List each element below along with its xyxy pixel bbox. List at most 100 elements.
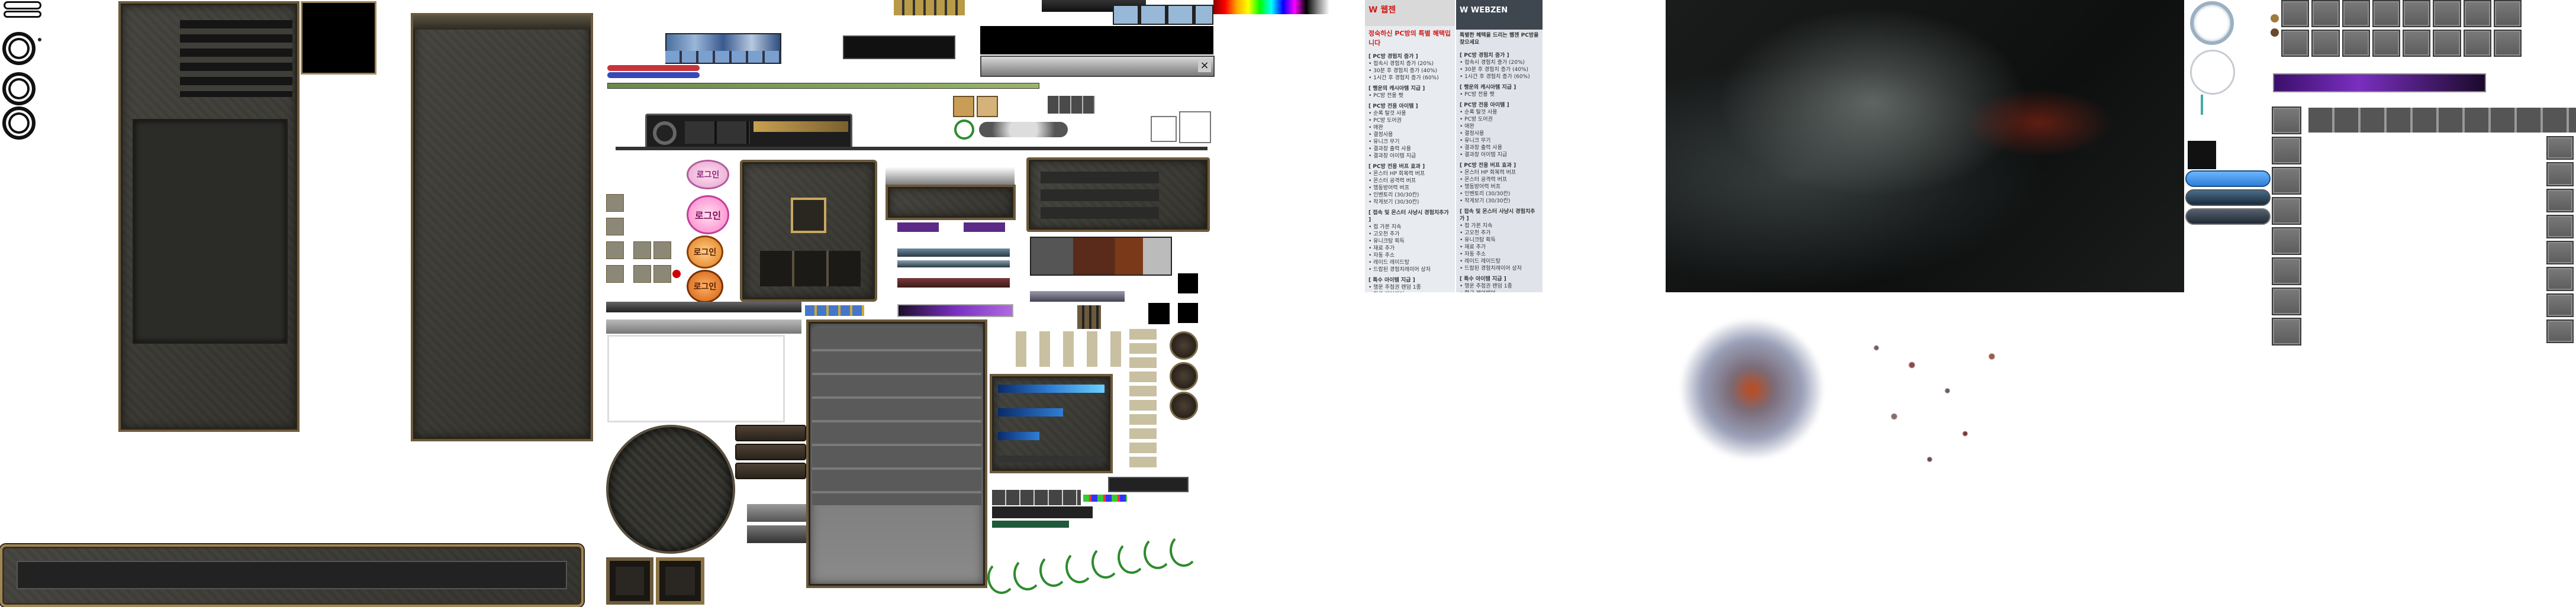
slot[interactable] — [2272, 167, 2301, 195]
slot[interactable] — [2272, 257, 2301, 285]
dark-button-1[interactable] — [735, 425, 806, 441]
hp-bar-red — [607, 65, 700, 71]
slot[interactable] — [2546, 293, 2574, 317]
swatch-block — [1030, 237, 1172, 276]
slot[interactable] — [2272, 288, 2301, 315]
dark-button-2[interactable] — [735, 444, 806, 460]
close-icon[interactable]: × — [1198, 59, 1211, 72]
login-button-1[interactable]: 로그인 — [687, 160, 729, 189]
blurred-orb — [1681, 319, 1823, 459]
slot[interactable] — [2546, 214, 2574, 238]
slot[interactable] — [2546, 136, 2574, 160]
exp-bar-green — [607, 83, 1039, 89]
chat-bar-frame — [0, 544, 584, 607]
small-slot-1[interactable] — [606, 194, 624, 212]
slot[interactable] — [2372, 0, 2400, 27]
promo-section-item: • 황금 레어웨어 — [1460, 290, 1539, 292]
login-button-3[interactable]: 로그인 — [687, 235, 723, 269]
slot[interactable] — [2546, 162, 2574, 186]
frame-button-2[interactable] — [656, 557, 704, 605]
round-slot-3[interactable] — [2, 106, 36, 140]
black-preview-box — [301, 1, 376, 75]
item-detail-panel — [740, 160, 877, 302]
slot[interactable] — [2342, 30, 2370, 57]
promo-right-brand: W WEBZEN — [1460, 6, 1508, 15]
frame-button-1[interactable] — [606, 557, 653, 605]
progress-bar-3 — [998, 432, 1039, 440]
promo-section-title: [ PC방 경험치 증가 ] — [1368, 54, 1418, 60]
promo-section-item: • 행동방어력 버프 — [1460, 184, 1500, 190]
promo-section-item: • 접 가본 지속 — [1368, 224, 1402, 230]
tall-slot-1[interactable] — [953, 96, 974, 117]
teal-bar-2 — [897, 260, 1010, 267]
promo-section-item: • 자동 추소 — [1460, 251, 1486, 257]
round-knob-1[interactable] — [1170, 331, 1198, 360]
purple-title-bar — [2273, 73, 2486, 92]
slot[interactable] — [2463, 0, 2491, 27]
gray-button-2[interactable] — [747, 525, 806, 543]
round-knob-2[interactable] — [1170, 362, 1198, 390]
round-knob-3[interactable] — [1170, 392, 1198, 420]
promo-section-item: • 순록 탈것 사용 — [1368, 111, 1406, 117]
pill-toggle-2[interactable] — [4, 11, 41, 18]
small-slot-5[interactable] — [653, 241, 671, 259]
promo-section-item: • 몬스터 공격력 버프 — [1460, 177, 1508, 183]
slot[interactable] — [2281, 0, 2310, 27]
blue-pill-button-3[interactable] — [2185, 208, 2271, 225]
small-slot-7[interactable] — [633, 265, 651, 283]
slot-column-left — [2272, 106, 2301, 346]
round-slot-1[interactable] — [2, 32, 36, 65]
small-slot-3[interactable] — [606, 241, 624, 259]
white-slot-2[interactable] — [1179, 111, 1211, 143]
promo-section-item: • 자동 추소 — [1368, 253, 1395, 259]
blue-pill-button-1[interactable] — [2185, 170, 2271, 187]
dark-button-3[interactable] — [735, 463, 806, 479]
slot[interactable] — [2403, 0, 2431, 27]
small-slot-4[interactable] — [633, 241, 651, 259]
promo-section-item: • 결과창 출력 사용 — [1460, 145, 1502, 151]
slot[interactable] — [2546, 188, 2574, 212]
slot[interactable] — [2463, 30, 2491, 57]
quickslot-bar — [645, 114, 852, 149]
slot[interactable] — [2311, 0, 2340, 27]
promo-section-item: • 결과창 아이템 지급 — [1460, 152, 1508, 158]
login-button-4[interactable]: 로그인 — [687, 270, 723, 303]
slot[interactable] — [2272, 318, 2301, 346]
slot[interactable] — [2403, 30, 2431, 57]
slot[interactable] — [2272, 197, 2301, 225]
promo-section-item: • 행운 추첨권 랜덤 1종 — [1368, 285, 1421, 290]
slot[interactable] — [2272, 137, 2301, 164]
slot[interactable] — [2493, 0, 2522, 27]
small-slot-8[interactable] — [653, 265, 671, 283]
tall-slot-2[interactable] — [977, 96, 998, 117]
slot[interactable] — [2433, 30, 2461, 57]
chat-bar-inner — [17, 561, 567, 589]
slot[interactable] — [2433, 0, 2461, 27]
pill-toggle-1[interactable] — [4, 1, 41, 9]
progress-bar-1 — [998, 385, 1105, 393]
slot[interactable] — [2311, 30, 2340, 57]
slot[interactable] — [2546, 241, 2574, 265]
small-slot-2[interactable] — [606, 218, 624, 235]
item-main-slot[interactable] — [791, 198, 826, 233]
slot[interactable] — [2546, 267, 2574, 291]
slot[interactable] — [2272, 106, 2301, 134]
login-button-2[interactable]: 로그인 — [687, 195, 729, 234]
white-slot-1[interactable] — [1151, 116, 1177, 142]
gray-button-1[interactable] — [747, 504, 806, 522]
promo-section-item: • 접속시 경험치 증가 (20%) — [1368, 61, 1434, 67]
inventory-panel-right — [411, 13, 593, 441]
blue-pill-button-2[interactable] — [2185, 189, 2271, 206]
slot[interactable] — [2281, 30, 2310, 57]
round-slot-2[interactable] — [2, 72, 36, 105]
slot[interactable] — [2546, 319, 2574, 343]
slot[interactable] — [2372, 30, 2400, 57]
green-ring[interactable] — [954, 120, 974, 140]
slot[interactable] — [2272, 227, 2301, 255]
promo-section-item: • 결과창 아이템 지급 — [1368, 153, 1416, 159]
quickslot-ring[interactable] — [653, 121, 677, 145]
slot[interactable] — [2342, 0, 2370, 27]
slot[interactable] — [2493, 30, 2522, 57]
purple-exp-bar — [897, 304, 1013, 317]
small-slot-6[interactable] — [606, 265, 624, 283]
